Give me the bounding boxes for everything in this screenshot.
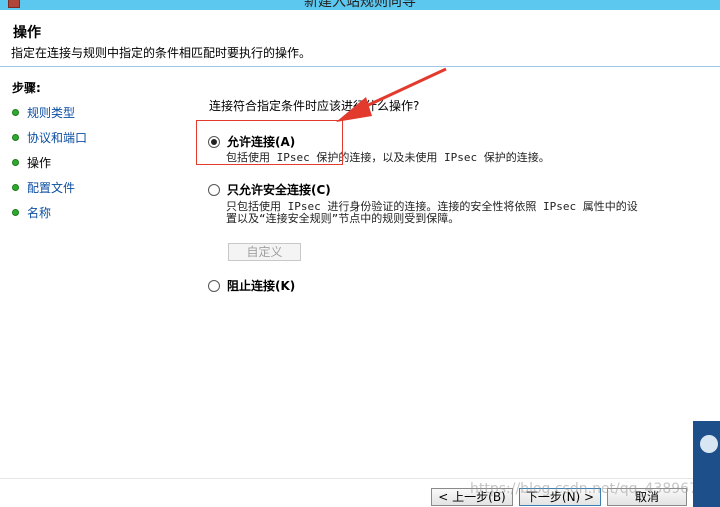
step-protocol-ports[interactable]: 协议和端口: [12, 129, 87, 145]
side-widget[interactable]: [693, 421, 720, 507]
widget-icon: [700, 435, 718, 453]
step-label: 名称: [27, 205, 52, 220]
action-question: 连接符合指定条件时应该进行什么操作?: [209, 99, 420, 113]
steps-heading: 步骤:: [12, 81, 41, 95]
window-title: 新建入站规则向导: [304, 0, 416, 10]
option-secure-description-line2: 置以及“连接安全规则”节点中的规则受到保障。: [226, 212, 460, 225]
step-name[interactable]: 名称: [12, 204, 51, 220]
customize-button[interactable]: 自定义: [228, 243, 301, 261]
option-block-connection[interactable]: 阻止连接(K): [208, 277, 295, 294]
step-label: 协议和端口: [27, 130, 88, 145]
annotation-arrow-icon: [336, 67, 447, 122]
step-bullet-icon: [12, 133, 19, 141]
radio-button[interactable]: [208, 183, 220, 196]
step-bullet-icon: [12, 108, 19, 116]
watermark-text: https://blog.csdn.net/qq_43896730: [470, 481, 716, 497]
step-bullet-icon: [12, 183, 19, 191]
option-label: 只允许安全连接(C): [227, 183, 331, 197]
step-profile[interactable]: 配置文件: [12, 179, 75, 195]
step-label: 规则类型: [27, 105, 76, 120]
title-bar: 新建入站规则向导: [0, 0, 720, 10]
option-allow-secure-connection[interactable]: 只允许安全连接(C): [208, 181, 331, 198]
step-bullet-icon: [12, 208, 19, 216]
step-label: 操作: [27, 155, 52, 170]
step-bullet-icon: [12, 158, 19, 166]
annotation-highlight-box: [196, 120, 343, 165]
page-header: 操作 指定在连接与规则中指定的条件相匹配时要执行的操作。: [0, 10, 720, 67]
step-label: 配置文件: [27, 180, 76, 195]
page-title: 操作: [13, 25, 41, 41]
step-rule-type[interactable]: 规则类型: [12, 104, 75, 120]
page-description: 指定在连接与规则中指定的条件相匹配时要执行的操作。: [11, 46, 312, 60]
radio-button[interactable]: [208, 279, 220, 292]
option-label: 阻止连接(K): [227, 279, 296, 293]
step-action[interactable]: 操作: [12, 154, 51, 170]
